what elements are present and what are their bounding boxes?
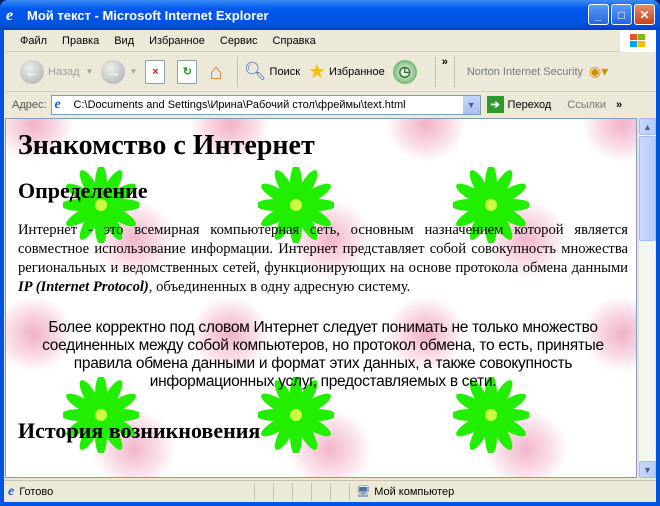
search-button[interactable]: 🔍︎ Поиск (244, 61, 300, 82)
search-icon: 🔍︎ (243, 61, 267, 81)
status-text: Готово (19, 485, 54, 498)
scroll-down-button[interactable]: ▼ (639, 461, 656, 478)
page-heading: Знакомство с Интернет (18, 130, 315, 161)
norton-toolbar[interactable]: Norton Internet Security (467, 66, 583, 78)
history-button[interactable]: ◷ (392, 59, 421, 84)
menu-help[interactable]: Справка (273, 35, 316, 47)
forward-arrow-icon: → (101, 59, 126, 84)
links-button[interactable]: Ссылки (567, 99, 606, 111)
menu-file[interactable]: Файл (20, 35, 47, 47)
standard-toolbar: ← Назад ▼ → ▼ × ↻ ⌂ 🔍︎ Поиск ★ Избранное ◷ » … (4, 52, 656, 92)
menu-edit[interactable]: Правка (62, 35, 99, 47)
menu-view[interactable]: Вид (114, 35, 134, 47)
scroll-thumb[interactable] (639, 136, 656, 241)
page-icon: e (54, 96, 61, 112)
history-icon: ◷ (392, 59, 417, 84)
window-title: Мой текст - Microsoft Internet Explorer (27, 7, 269, 23)
page-content: Знакомство с Интернет Определение Интерн… (5, 118, 637, 478)
definition-paragraph: Интернет - это всемирная компьютерная се… (18, 222, 628, 295)
minimize-button[interactable]: _ (588, 4, 609, 25)
section-heading-history: История возникновения (18, 418, 261, 443)
home-icon: ⌂ (209, 58, 223, 84)
zone-label: Мой компьютер (374, 485, 455, 498)
back-button[interactable]: ← Назад ▼ (20, 59, 93, 84)
menu-tools[interactable]: Сервис (220, 35, 258, 47)
address-input[interactable]: e C:\Documents and Settings\Ирина\Рабочи… (50, 94, 481, 115)
status-ie-icon: e (8, 483, 15, 499)
forward-button[interactable]: → ▼ (101, 59, 137, 84)
close-button[interactable]: ✕ (634, 4, 655, 25)
toolbar-more-chevron[interactable]: » (442, 56, 448, 68)
centered-paragraph: Более корректно под словом Интернет след… (42, 319, 604, 390)
go-arrow-icon: ➔ (486, 96, 504, 113)
favorites-button[interactable]: ★ Избранное (308, 59, 385, 84)
address-label: Адрес: (12, 98, 47, 111)
computer-icon: 🖥︎ (356, 486, 371, 498)
address-value: C:\Documents and Settings\Ирина\Рабочий … (73, 98, 406, 111)
menu-favorites[interactable]: Избранное (149, 35, 205, 47)
address-bar: Адрес: e C:\Documents and Settings\Ирина… (4, 92, 656, 117)
norton-globe-icon[interactable]: ◉▾ (589, 63, 608, 80)
ie-icon: e (6, 7, 14, 24)
scroll-up-button[interactable]: ▲ (639, 118, 656, 135)
links-more-chevron[interactable]: » (616, 99, 622, 111)
menu-bar: Файл Правка Вид Избранное Сервис Справка (4, 30, 656, 52)
status-bar: e Готово 🖥︎ Мой компьютер (4, 480, 656, 502)
back-label: Назад (48, 65, 80, 78)
star-icon: ★ (308, 61, 326, 83)
home-button[interactable]: ⌂ (209, 59, 222, 85)
refresh-button[interactable]: ↻ (177, 59, 201, 84)
stop-icon: × (145, 59, 166, 84)
refresh-icon: ↻ (177, 59, 198, 84)
stop-button[interactable]: × (145, 59, 169, 84)
search-label: Поиск (269, 65, 301, 78)
zone-indicator: 🖥︎ Мой компьютер (349, 482, 455, 501)
windows-logo-icon (620, 30, 656, 52)
go-label: Переход (507, 98, 552, 111)
back-arrow-icon: ← (20, 59, 44, 84)
section-heading-definition: Определение (18, 178, 148, 203)
address-dropdown-button[interactable]: ▼ (462, 95, 480, 114)
title-bar: e Мой текст - Microsoft Internet Explore… (0, 0, 660, 30)
ip-term: IP (Internet Protocol) (18, 279, 149, 295)
browser-window: e Мой текст - Microsoft Internet Explore… (0, 0, 660, 506)
vertical-scrollbar[interactable]: ▲ ▼ (638, 118, 656, 478)
maximize-button[interactable]: □ (611, 4, 632, 25)
favorites-label: Избранное (328, 65, 385, 78)
go-button[interactable]: ➔ Переход (486, 96, 552, 113)
